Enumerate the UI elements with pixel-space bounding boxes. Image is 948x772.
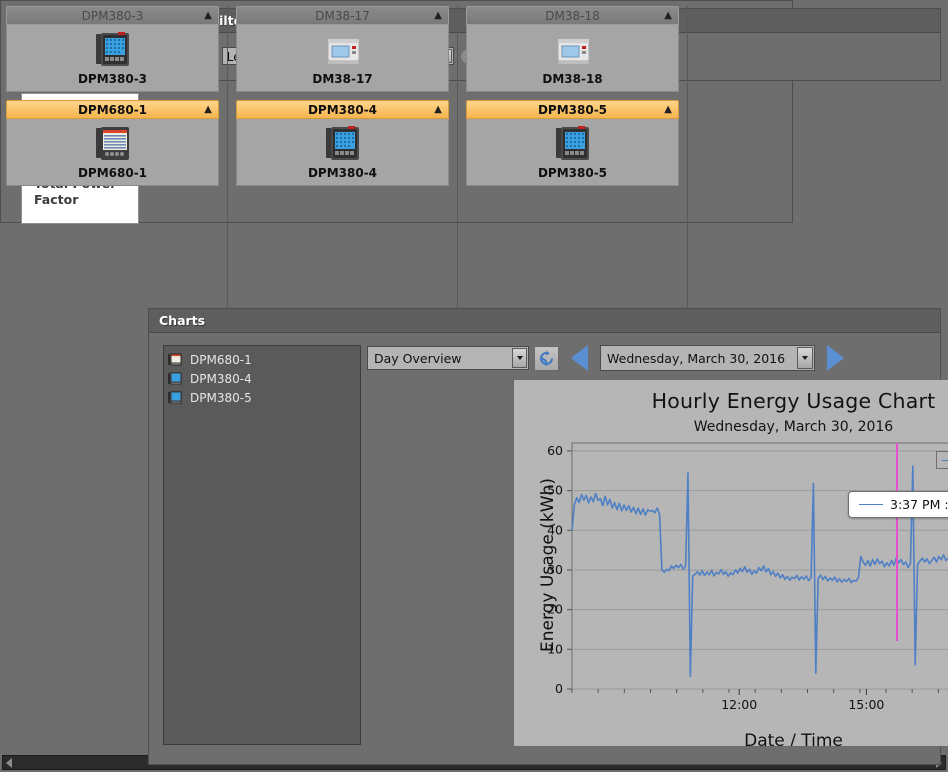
meter-dm38-icon bbox=[322, 31, 364, 69]
chevron-down-icon[interactable] bbox=[797, 347, 813, 369]
device-card[interactable]: DPM380-5 ▲ DPM380-5 bbox=[466, 100, 679, 186]
meter-dpm680-icon bbox=[92, 125, 134, 163]
device-card-body: DPM380-5 bbox=[466, 119, 679, 186]
device-card[interactable]: DPM380-4 ▲ DPM380-4 bbox=[236, 100, 449, 186]
meter-dpm380-icon bbox=[168, 371, 183, 386]
list-item[interactable]: DPM380-4 bbox=[164, 369, 360, 388]
device-card-name: DM38-17 bbox=[312, 72, 373, 86]
device-card-header-label: DM38-18 bbox=[545, 9, 600, 23]
svg-text:12:00: 12:00 bbox=[721, 697, 757, 712]
chevron-down-icon[interactable] bbox=[512, 348, 527, 368]
device-card-body: DPM380-3 bbox=[6, 25, 219, 92]
previous-day-arrow-icon[interactable] bbox=[571, 345, 588, 371]
list-item-label: DPM380-4 bbox=[190, 371, 252, 386]
next-day-arrow-icon[interactable] bbox=[827, 345, 844, 371]
device-card-header[interactable]: DM38-17 ▲ bbox=[236, 6, 449, 25]
chart-device-listbox[interactable]: DPM680-1 DPM380-4 DPM380-5 bbox=[163, 345, 361, 745]
device-card-body: DM38-18 bbox=[466, 25, 679, 92]
device-card-header-label: DPM380-3 bbox=[81, 9, 144, 23]
meter-dpm380-icon bbox=[92, 31, 134, 69]
plot-wrapper: 010203040506012:0015:0018:00 Energy Usag… bbox=[514, 435, 948, 735]
charts-body: DPM680-1 DPM380-4 DPM380-5 Day Overview … bbox=[149, 333, 948, 764]
list-item[interactable]: DPM380-5 bbox=[164, 388, 360, 407]
device-card-header-label: DM38-17 bbox=[315, 9, 370, 23]
chart-y-axis-label: Energy Usage (kWh) bbox=[538, 478, 558, 652]
list-item[interactable]: DPM680-1 bbox=[164, 350, 360, 369]
meter-dpm380-icon bbox=[322, 125, 364, 163]
chevron-up-icon[interactable]: ▲ bbox=[664, 10, 672, 22]
device-list-panel: DPM380-3 ▲ DPM380-3 DPM680-1 ▲ DPM680-1 … bbox=[0, 0, 946, 770]
tooltip-text: 3:37 PM : 45.862 bbox=[890, 497, 948, 512]
device-card-name: DPM380-4 bbox=[307, 166, 378, 180]
chevron-up-icon[interactable]: ▲ bbox=[204, 10, 212, 22]
list-item-label: DPM680-1 bbox=[190, 352, 252, 367]
application-window: Total Energy Total Power Total Power Fac… bbox=[0, 0, 948, 772]
charts-title: Charts bbox=[149, 309, 940, 333]
chevron-up-icon[interactable]: ▲ bbox=[434, 10, 442, 22]
chart-view-type-select[interactable]: Day Overview bbox=[367, 346, 529, 370]
device-card-name: DPM680-1 bbox=[77, 166, 148, 180]
chevron-up-icon[interactable]: ▲ bbox=[434, 104, 442, 116]
device-card-name: DM38-18 bbox=[542, 72, 603, 86]
date-value: Wednesday, March 30, 2016 bbox=[607, 351, 786, 366]
tooltip-line-swatch bbox=[859, 504, 883, 505]
refresh-icon[interactable] bbox=[534, 345, 559, 371]
list-item-label: DPM380-5 bbox=[190, 390, 252, 405]
device-card-header-label: DPM380-4 bbox=[307, 103, 378, 117]
chart-view-type-value: Day Overview bbox=[374, 351, 462, 366]
chart-subtitle: Wednesday, March 30, 2016 bbox=[693, 419, 894, 435]
device-card[interactable]: DPM380-3 ▲ DPM380-3 bbox=[6, 6, 219, 92]
device-card-body: DM38-17 bbox=[236, 25, 449, 92]
meter-dpm380-icon bbox=[552, 125, 594, 163]
meter-dpm680-icon bbox=[168, 352, 183, 367]
device-card-name: DPM380-3 bbox=[77, 72, 148, 86]
meter-dm38-icon bbox=[552, 31, 594, 69]
scroll-left-arrow-icon[interactable] bbox=[6, 757, 12, 768]
device-card-name: DPM380-5 bbox=[537, 166, 608, 180]
device-card[interactable]: DM38-17 ▲ DM38-17 bbox=[236, 6, 449, 92]
date-select[interactable]: Wednesday, March 30, 2016 bbox=[600, 345, 815, 371]
legend-line-swatch bbox=[941, 459, 948, 461]
svg-text:15:00: 15:00 bbox=[848, 697, 884, 712]
chart-plot[interactable]: 010203040506012:0015:0018:00 bbox=[514, 435, 948, 735]
meter-dpm380-icon bbox=[168, 390, 183, 405]
chart-area: Hourly Energy Usage Chart Wednesday, Mar… bbox=[513, 379, 948, 747]
device-card-header-label: DPM680-1 bbox=[77, 103, 148, 117]
device-card[interactable]: DPM680-1 ▲ DPM680-1 bbox=[6, 100, 219, 186]
chevron-up-icon[interactable]: ▲ bbox=[664, 104, 672, 116]
chart-controls: Day Overview Wednesday, March 30, 2016 bbox=[367, 343, 928, 373]
chart-tooltip: 3:37 PM : 45.862 bbox=[848, 491, 948, 518]
device-card-header[interactable]: DPM380-4 ▲ bbox=[236, 100, 449, 119]
device-card-header[interactable]: DPM380-5 ▲ bbox=[466, 100, 679, 119]
device-card-body: DPM680-1 bbox=[6, 119, 219, 186]
device-card-header-label: DPM380-5 bbox=[537, 103, 608, 117]
device-card[interactable]: DM38-18 ▲ DM38-18 bbox=[466, 6, 679, 92]
chart-title: Hourly Energy Usage Chart bbox=[651, 389, 936, 413]
chart-legend: Selected Devices bbox=[935, 451, 948, 469]
charts-panel: Charts DPM680-1 DPM380-4 DPM380-5 Day Ov… bbox=[148, 308, 948, 765]
device-card-header[interactable]: DPM380-3 ▲ bbox=[6, 6, 219, 25]
device-card-header[interactable]: DM38-18 ▲ bbox=[466, 6, 679, 25]
device-card-header[interactable]: DPM680-1 ▲ bbox=[6, 100, 219, 119]
device-card-body: DPM380-4 bbox=[236, 119, 449, 186]
chevron-up-icon[interactable]: ▲ bbox=[204, 104, 212, 116]
